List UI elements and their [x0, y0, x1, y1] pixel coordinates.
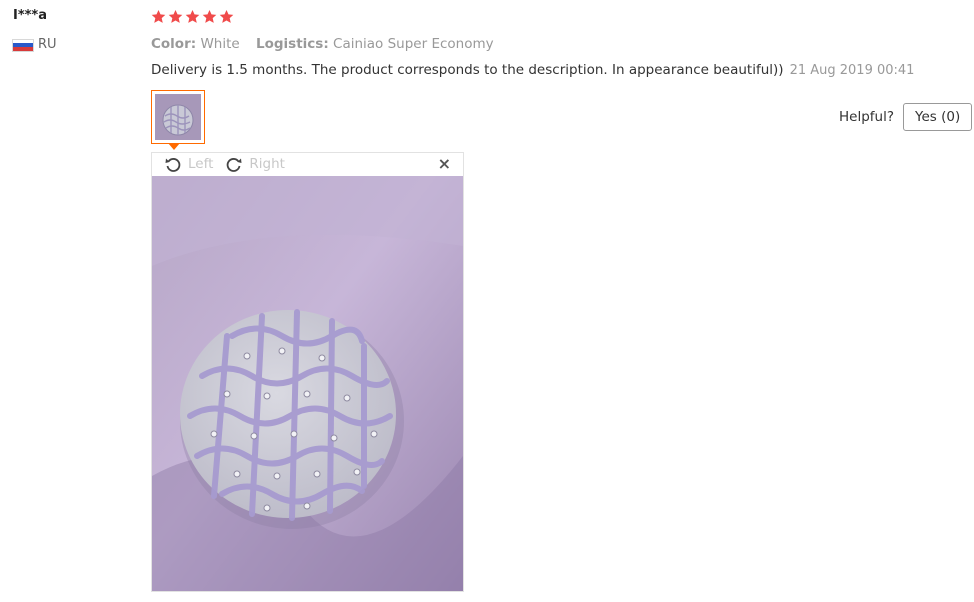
viewer-toolbar: Left Right ×: [152, 153, 463, 175]
logistics-label: Logistics:: [256, 36, 329, 52]
review-date: 21 Aug 2019 00:41: [789, 63, 915, 78]
star-rating: [151, 9, 234, 24]
review-photo-thumbnail[interactable]: [151, 90, 205, 144]
country-code: RU: [38, 37, 57, 52]
reviewer-name: I***a: [13, 8, 48, 23]
logistics-value: Cainiao Super Economy: [333, 36, 494, 52]
review-text: Delivery is 1.5 months. The product corr…: [151, 62, 784, 78]
russia-flag-icon: [12, 38, 34, 52]
rotate-right-icon: [227, 158, 242, 172]
rotate-left-icon: [165, 158, 181, 172]
reviewer-country: RU: [12, 37, 57, 53]
helpful-label: Helpful?: [839, 109, 895, 125]
helpful-section: Helpful? Yes (0): [839, 103, 973, 131]
star-icon: [185, 9, 200, 23]
star-icon: [168, 9, 183, 23]
rotate-left-label: Left: [188, 156, 214, 172]
rotate-right-label: Right: [249, 156, 285, 172]
color-value: White: [200, 36, 240, 52]
star-icon: [219, 9, 234, 23]
review-attributes: Color: White Logistics: Cainiao Super Ec…: [151, 35, 506, 53]
color-label: Color:: [151, 36, 197, 52]
star-icon: [151, 9, 166, 23]
helpful-yes-button[interactable]: Yes (0): [903, 103, 973, 131]
thumbnail-image: [155, 94, 201, 140]
rotate-left-button[interactable]: Left: [164, 155, 213, 173]
thumbnail-selected-caret: [168, 143, 180, 150]
rotate-right-button[interactable]: Right: [225, 155, 285, 173]
close-icon[interactable]: ×: [438, 155, 451, 173]
photo-viewer: Left Right ×: [151, 152, 464, 592]
review-body: Delivery is 1.5 months. The product corr…: [151, 61, 914, 80]
star-icon: [202, 9, 217, 23]
review-photo: [152, 176, 463, 591]
